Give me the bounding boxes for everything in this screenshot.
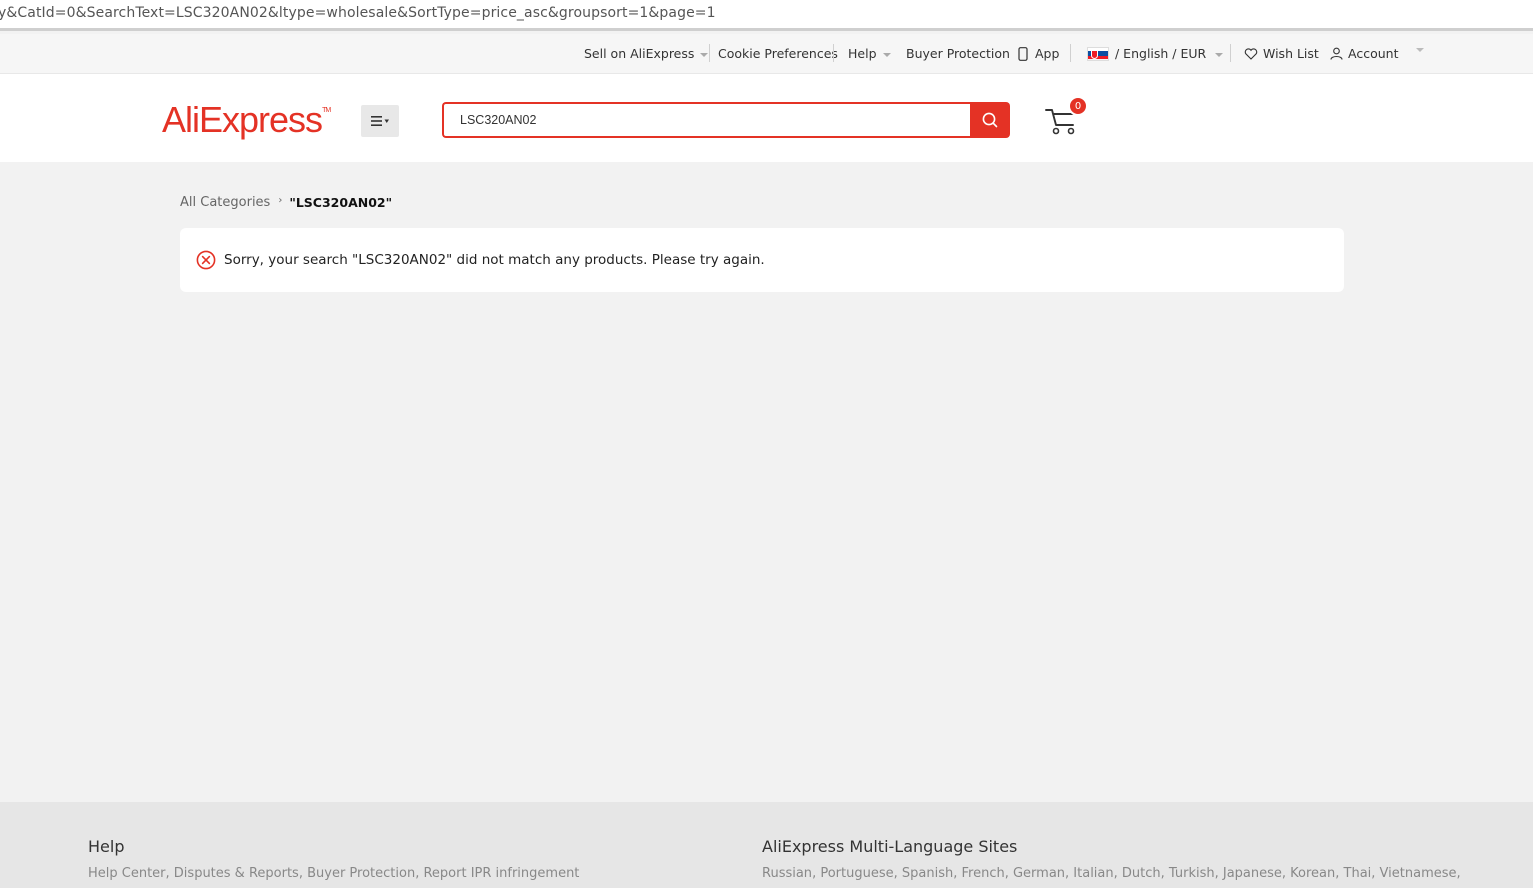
divider [1070,44,1071,62]
sell-on-aliexpress-menu[interactable]: Sell on AliExpress [584,46,709,61]
slovakia-flag-icon [1087,46,1109,61]
account-dropdown-toggle[interactable] [1410,46,1424,52]
search-input[interactable] [444,104,972,136]
footer-link[interactable]: Disputes & Reports [174,866,299,881]
language-currency-label: / English / EUR [1115,46,1207,61]
error-circle-icon [196,250,216,270]
footer-link[interactable]: Vietnamese [1380,866,1457,881]
site-footer: Help Help Center, Disputes & Reports, Bu… [0,802,1533,888]
url-text[interactable]: y&CatId=0&SearchText=LSC320AN02&ltype=wh… [0,5,716,21]
search-button[interactable] [970,102,1010,138]
footer-link[interactable]: Report IPR infringement [423,866,579,881]
footer-link[interactable]: Buyer Protection [307,866,415,881]
help-menu[interactable]: Help [848,46,891,61]
footer-help-title: Help [88,837,125,856]
language-currency-selector[interactable]: / English / EUR [1087,46,1224,61]
footer-link[interactable]: Portuguese [820,866,893,881]
buyer-protection-label: Buyer Protection [906,46,1010,61]
site-header: AliExpressTM 0 [0,74,1533,162]
categories-menu-button[interactable] [361,105,399,137]
footer-link[interactable]: French [961,866,1004,881]
sell-label: Sell on AliExpress [584,46,695,61]
user-icon [1330,47,1343,60]
wish-list-label: Wish List [1263,46,1319,61]
divider [1230,44,1231,62]
footer-sites-title: AliExpress Multi-Language Sites [762,837,1018,856]
footer-link[interactable]: Turkish [1169,866,1215,881]
logo-text: AliExpress [162,99,323,140]
chevron-down-icon [1215,52,1224,57]
search-icon [982,112,998,128]
browser-url-bar[interactable]: y&CatId=0&SearchText=LSC320AN02&ltype=wh… [0,0,1533,31]
top-utility-bar: Sell on AliExpress Cookie Preferences He… [0,34,1533,74]
footer-link[interactable]: Dutch [1122,866,1161,881]
app-link[interactable]: App [1018,46,1059,61]
chevron-down-icon [1416,48,1424,52]
footer-link[interactable]: Thai [1344,866,1372,881]
footer-link[interactable]: Spanish [902,866,953,881]
heart-icon [1244,47,1258,60]
shopping-cart-button[interactable]: 0 [1044,96,1088,138]
no-results-message: Sorry, your search "LSC320AN02" did not … [224,252,765,268]
phone-icon [1018,46,1028,61]
divider [709,44,710,62]
footer-link[interactable]: German [1013,866,1065,881]
no-results-notice: Sorry, your search "LSC320AN02" did not … [180,228,1344,292]
footer-link[interactable]: Korean [1290,866,1335,881]
search-box [442,102,972,138]
divider [833,44,834,62]
chevron-down-icon [882,52,891,57]
chevron-right-icon: › [278,195,283,206]
footer-link[interactable]: Japanese [1223,866,1282,881]
account-label: Account [1348,46,1399,61]
footer-link[interactable]: Italian [1073,866,1113,881]
cookie-label: Cookie Preferences [718,46,838,61]
chevron-down-icon [700,52,709,57]
account-menu[interactable]: Account [1330,46,1398,61]
breadcrumb-current: "LSC320AN02" [289,195,393,210]
footer-help-links: Help Center, Disputes & Reports, Buyer P… [88,866,580,881]
cart-count-badge: 0 [1068,96,1088,116]
breadcrumb-all-categories[interactable]: All Categories [180,195,270,210]
footer-site-links: Russian, Portuguese, Spanish, French, Ge… [762,866,1461,881]
breadcrumb: All Categories › "LSC320AN02" [180,195,392,210]
footer-link[interactable]: Help Center [88,866,166,881]
app-label: App [1035,46,1060,61]
wish-list-link[interactable]: Wish List [1244,46,1319,61]
buyer-protection-link[interactable]: Buyer Protection [906,46,1010,61]
cookie-preferences-link[interactable]: Cookie Preferences [718,46,838,61]
aliexpress-logo[interactable]: AliExpressTM [162,99,331,141]
hamburger-menu-icon [371,116,389,126]
help-label: Help [848,46,877,61]
footer-link[interactable]: Russian [762,866,812,881]
